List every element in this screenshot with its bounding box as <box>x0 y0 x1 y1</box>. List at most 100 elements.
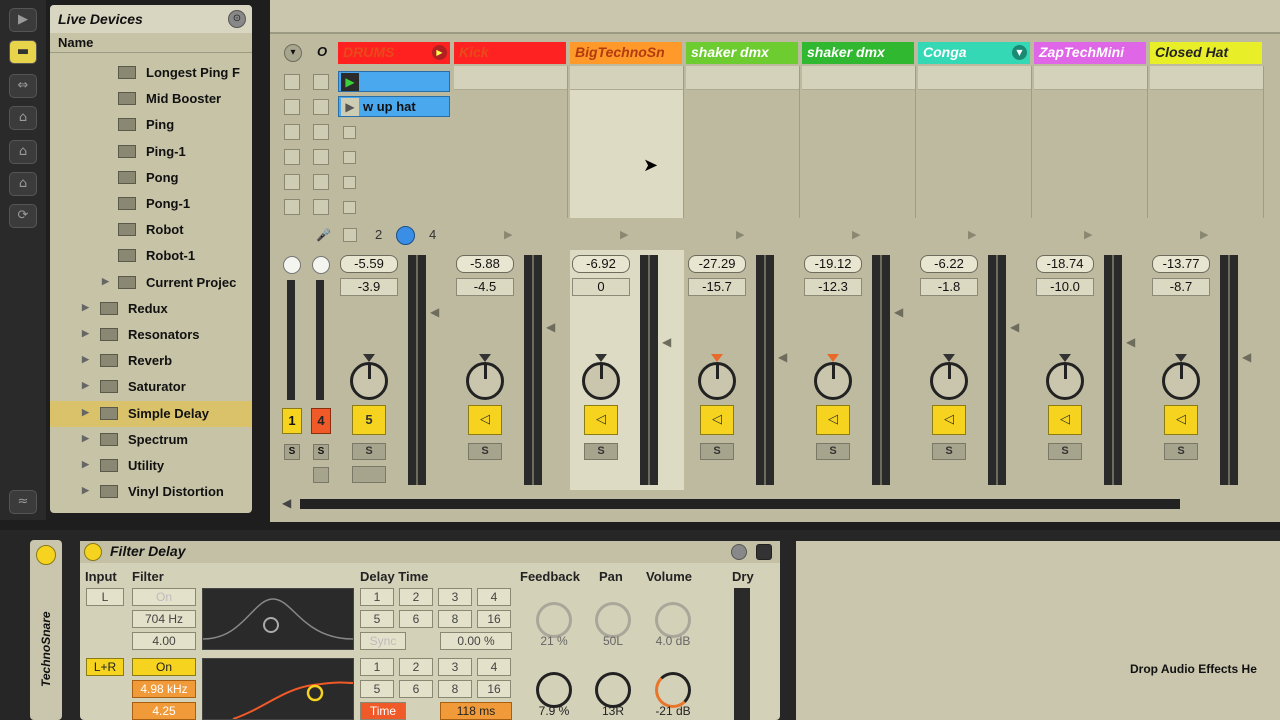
delay-sync-button[interactable]: 3 <box>438 658 472 676</box>
filter-graph-1[interactable] <box>202 588 354 650</box>
volume-knob-2[interactable] <box>655 672 691 708</box>
delay-sync-button[interactable]: 16 <box>477 610 511 628</box>
track-volume[interactable]: -5.88 <box>456 255 514 273</box>
solo-button[interactable]: S <box>352 443 386 460</box>
track-meter[interactable] <box>408 255 426 485</box>
pan-knob[interactable] <box>466 362 504 400</box>
solo-button[interactable]: S <box>1164 443 1198 460</box>
browser-item[interactable]: Ping-1 <box>50 139 252 165</box>
delay-sync-button[interactable]: 6 <box>399 680 433 698</box>
delay-sync-button[interactable]: 8 <box>438 680 472 698</box>
track-meter[interactable] <box>756 255 774 485</box>
solo-button-b[interactable]: S <box>313 444 329 460</box>
track-pan[interactable]: -1.8 <box>920 278 978 296</box>
track-activator-button[interactable]: 5 <box>352 405 386 435</box>
track-volume[interactable]: -18.74 <box>1036 255 1094 273</box>
pan-knob[interactable] <box>1046 362 1084 400</box>
pan-knob[interactable] <box>1162 362 1200 400</box>
clip-slot[interactable] <box>454 66 567 90</box>
speaker-icon[interactable]: ◁ <box>932 405 966 435</box>
track-header[interactable]: Closed Hat <box>1150 42 1262 64</box>
track-header[interactable]: shaker dmx <box>802 42 914 64</box>
scene-overdub-button[interactable] <box>313 174 329 190</box>
arm-circle-2[interactable] <box>312 256 330 274</box>
track-volume[interactable]: -6.92 <box>572 255 630 273</box>
browser-item[interactable]: ▶ Spectrum <box>50 427 252 453</box>
track-button-2[interactable]: 4 <box>311 408 331 434</box>
expand-icon[interactable]: ▶ <box>82 485 89 496</box>
volume-fader-icon[interactable]: ◀ <box>546 320 555 334</box>
sync-button[interactable]: Sync <box>360 632 406 650</box>
device-hotswap-icon[interactable] <box>731 544 747 560</box>
delay-sync-button[interactable]: 1 <box>360 588 394 606</box>
browser-item[interactable]: ▶ Current Projec <box>50 270 252 296</box>
feedback-knob-2[interactable] <box>536 672 572 708</box>
track-meter[interactable] <box>988 255 1006 485</box>
delay-sync-button[interactable]: 6 <box>399 610 433 628</box>
clip-slot[interactable] <box>1034 66 1147 90</box>
rack-power-icon[interactable] <box>36 545 56 565</box>
volume-fader-icon[interactable]: ◀ <box>1126 335 1135 349</box>
expand-icon[interactable]: ▶ <box>82 380 89 391</box>
browser-item[interactable]: ▶ Utility <box>50 453 252 479</box>
filter-width-1[interactable]: 4.00 <box>132 632 196 650</box>
clip-stop-icon[interactable]: ▶ <box>852 228 860 241</box>
scene-launch-button[interactable] <box>284 74 300 90</box>
scene-launch-button[interactable] <box>284 199 300 215</box>
clip-stopped-icon[interactable]: ▶ <box>341 98 359 116</box>
monitor-button[interactable] <box>396 226 415 245</box>
scene-overdub-button[interactable] <box>313 74 329 90</box>
speaker-icon[interactable]: ◁ <box>1048 405 1082 435</box>
arm-circle-1[interactable] <box>283 256 301 274</box>
track-volume[interactable]: -19.12 <box>804 255 862 273</box>
track-meter[interactable] <box>1104 255 1122 485</box>
sync-offset-1[interactable]: 0.00 % <box>440 632 512 650</box>
pan-knob[interactable] <box>582 362 620 400</box>
scene-overdub-button[interactable] <box>313 149 329 165</box>
delay-sync-button[interactable]: 16 <box>477 680 511 698</box>
expand-icon[interactable]: ▶ <box>82 328 89 339</box>
solo-button[interactable]: S <box>700 443 734 460</box>
browser-item[interactable]: Robot-1 <box>50 243 252 269</box>
track-meter[interactable] <box>1220 255 1238 485</box>
filter-freq-1[interactable]: 704 Hz <box>132 610 196 628</box>
clip-stop-icon[interactable]: ▶ <box>504 228 512 241</box>
filter-on-button-1[interactable]: On <box>132 588 196 606</box>
delay-sync-button[interactable]: 4 <box>477 588 511 606</box>
clip-stop-icon[interactable]: ▶ <box>968 228 976 241</box>
scene-overdub-button[interactable] <box>313 124 329 140</box>
solo-button[interactable]: S <box>932 443 966 460</box>
track-pan[interactable]: 0 <box>572 278 630 296</box>
track-volume[interactable]: -27.29 <box>688 255 746 273</box>
dry-meter[interactable] <box>734 588 750 720</box>
expand-icon[interactable]: ▶ <box>102 276 109 287</box>
delay-sync-button[interactable]: 2 <box>399 588 433 606</box>
scene-launch-button[interactable] <box>284 124 300 140</box>
browser-view-icon[interactable]: ▬ <box>9 40 37 64</box>
track-header[interactable]: BigTechnoSn <box>570 42 682 64</box>
clip-slot[interactable] <box>570 66 683 90</box>
speaker-icon[interactable]: ◁ <box>1164 405 1198 435</box>
filter-width-2[interactable]: 4.25 <box>132 702 196 720</box>
clip-slot[interactable] <box>686 66 799 90</box>
time-button[interactable]: Time <box>360 702 406 720</box>
track-pan[interactable]: -8.7 <box>1152 278 1210 296</box>
input-lr-button[interactable]: L+R <box>86 658 124 676</box>
delay-sync-button[interactable]: 1 <box>360 658 394 676</box>
clip-slot[interactable] <box>1150 66 1263 90</box>
pan-knob-1[interactable] <box>595 602 631 638</box>
browser-item[interactable]: ▶ Vinyl Distortion <box>50 479 252 505</box>
pan-knob[interactable] <box>930 362 968 400</box>
hotswap-icon[interactable]: ⊙ <box>228 10 246 28</box>
track-pan[interactable]: -15.7 <box>688 278 746 296</box>
solo-button[interactable]: S <box>816 443 850 460</box>
device-save-icon[interactable] <box>756 544 772 560</box>
speaker-icon[interactable]: ◁ <box>584 405 618 435</box>
browser-item[interactable]: ▶ Redux <box>50 296 252 322</box>
folder-view-icon-3[interactable]: ⌂ <box>9 172 37 196</box>
track-pan[interactable]: -3.9 <box>340 278 398 296</box>
delay-sync-button[interactable]: 8 <box>438 610 472 628</box>
clip-slot[interactable] <box>918 66 1031 90</box>
solo-button[interactable]: S <box>468 443 502 460</box>
filter-on-button-2[interactable]: On <box>132 658 196 676</box>
